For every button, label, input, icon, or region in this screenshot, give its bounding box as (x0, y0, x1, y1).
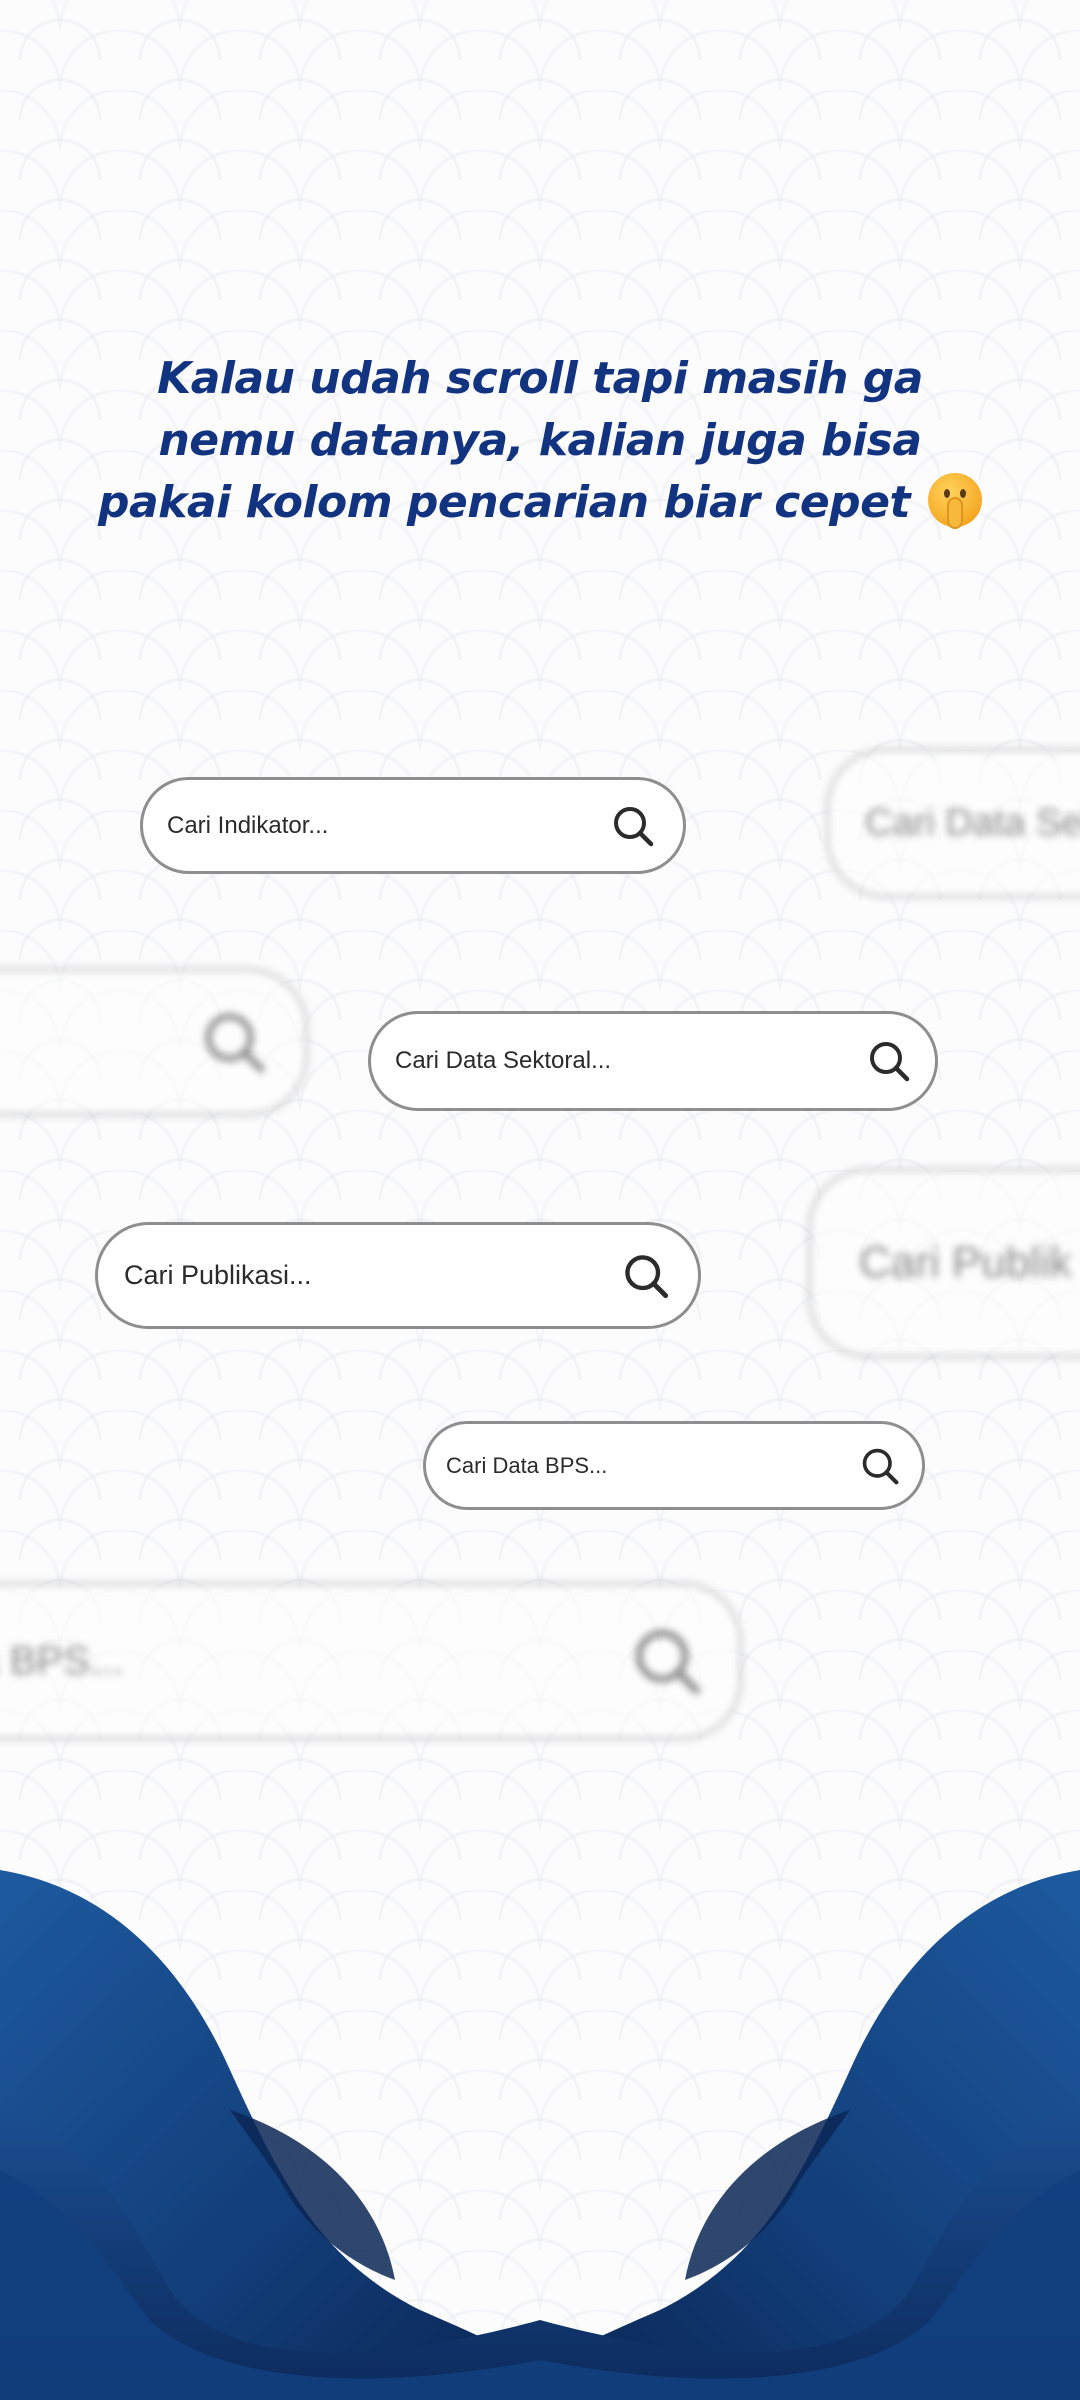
search-placeholder: Cari Indikator... (167, 811, 329, 839)
search-bar-indikator[interactable]: Cari Indikator... (140, 777, 686, 874)
search-icon[interactable] (860, 1446, 900, 1486)
headline: Kalau udah scroll tapi masih ga nemu dat… (90, 348, 990, 534)
search-placeholder: Cari Publikasi... (124, 1260, 312, 1290)
headline-text: Kalau udah scroll tapi masih ga nemu dat… (97, 353, 923, 528)
search-placeholder: Cari Data Sek (865, 801, 1080, 844)
search-icon[interactable] (622, 1252, 670, 1300)
search-bar-publikasi-blurred: Cari Publik (808, 1168, 1080, 1358)
story-page: Kalau udah scroll tapi masih ga nemu dat… (0, 0, 1080, 2400)
search-placeholder: Cari Publik (859, 1238, 1072, 1287)
search-icon[interactable] (611, 804, 655, 848)
search-icon[interactable] (867, 1039, 911, 1083)
search-placeholder: Cari Data BPS... (446, 1452, 608, 1478)
search-placeholder: Cari Data Sektoral... (395, 1047, 612, 1074)
search-bar-blurred-left (0, 968, 308, 1116)
search-bar-data-bps-blurred: ata BPS... (0, 1582, 742, 1740)
search-bar-data-sektoral[interactable]: Cari Data Sektoral... (368, 1011, 938, 1111)
search-bar-publikasi[interactable]: Cari Publikasi... (95, 1222, 701, 1329)
search-bar-sektoral-blurred: Cari Data Sek (826, 748, 1080, 898)
bottom-wave-decoration (0, 1870, 1080, 2400)
search-bar-data-bps[interactable]: Cari Data BPS... (423, 1421, 925, 1510)
shushing-face-icon (928, 473, 983, 527)
search-placeholder: ata BPS... (0, 1638, 124, 1683)
search-icon (631, 1625, 703, 1697)
search-icon (201, 1009, 267, 1075)
